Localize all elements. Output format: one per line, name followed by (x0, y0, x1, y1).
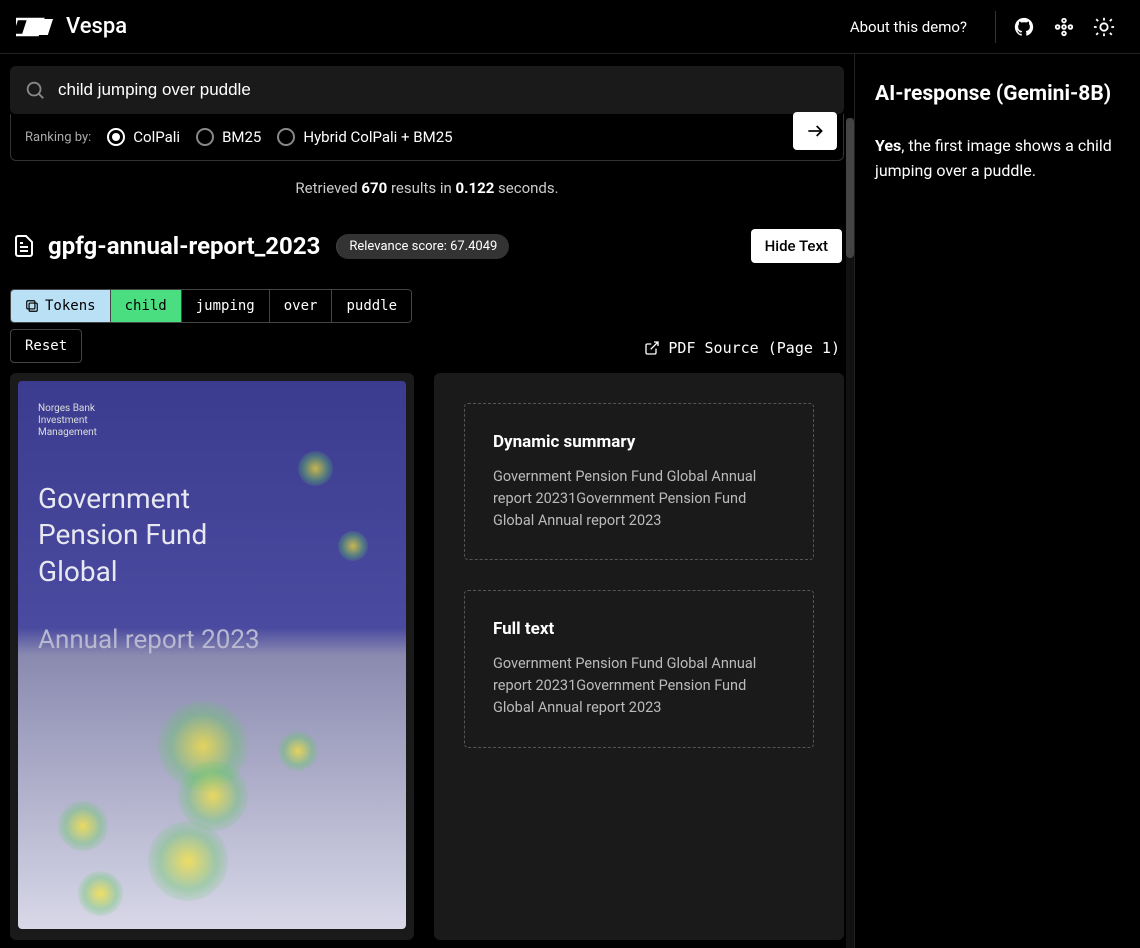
token-over[interactable]: over (270, 290, 333, 322)
dynamic-summary-box: Dynamic summary Government Pension Fund … (464, 403, 814, 560)
radio-colpali[interactable]: ColPali (107, 128, 180, 146)
heatmap-image[interactable]: Norges Bank Investment Management Govern… (18, 381, 406, 929)
token-jumping[interactable]: jumping (182, 290, 270, 322)
arrow-right-icon (805, 121, 825, 141)
relevance-score: Relevance score: 67.4049 (336, 234, 509, 259)
results-info: Retrieved 670 results in 0.122 seconds. (0, 161, 854, 215)
search-icon (24, 79, 46, 101)
divider (995, 11, 996, 43)
submit-button[interactable] (793, 112, 837, 150)
ai-body: Yes, the first image shows a child jumpi… (875, 134, 1120, 184)
scrollbar-thumb[interactable] (846, 118, 854, 258)
vespa-logo-icon (16, 16, 56, 38)
doc-header: gpfg-annual-report_2023 Relevance score:… (0, 215, 854, 277)
heatmap-logo: Norges Bank Investment Management (38, 403, 97, 439)
content-grid: Norges Bank Investment Management Govern… (0, 365, 854, 948)
layers-icon (25, 299, 39, 313)
radio-icon (196, 128, 214, 146)
ranking-row: Ranking by: ColPali BM25 Hybrid ColPali … (10, 114, 844, 161)
search-input[interactable] (58, 80, 830, 100)
summary-title: Dynamic summary (493, 432, 785, 452)
text-card: Dynamic summary Government Pension Fund … (434, 373, 844, 940)
fulltext-body: Government Pension Fund Global Annual re… (493, 653, 785, 718)
doc-title: gpfg-annual-report_2023 (48, 232, 320, 260)
heatmap-title: Government Pension Fund Global (38, 481, 207, 590)
radio-hybrid[interactable]: Hybrid ColPali + BM25 (277, 128, 452, 146)
token-puddle[interactable]: puddle (332, 290, 411, 322)
ai-response-panel: AI-response (Gemini-8B) Yes, the first i… (854, 54, 1140, 948)
image-card: Norges Bank Investment Management Govern… (10, 373, 414, 940)
ranking-label: Ranking by: (25, 130, 91, 145)
slack-icon[interactable] (1044, 7, 1084, 47)
brand-name: Vespa (66, 14, 127, 39)
github-icon[interactable] (1004, 7, 1044, 47)
token-area: Tokens child jumping over puddle (0, 277, 854, 323)
token-child[interactable]: child (111, 290, 182, 322)
pdf-source-link[interactable]: PDF Source (Page 1) (644, 339, 840, 357)
heatmap-subtitle: Annual report 2023 (38, 625, 260, 655)
tokens-label-button[interactable]: Tokens (11, 290, 111, 322)
scrollbar[interactable] (846, 118, 854, 948)
external-link-icon (644, 340, 660, 356)
radio-bm25[interactable]: BM25 (196, 128, 261, 146)
summary-body: Government Pension Fund Global Annual re… (493, 466, 785, 531)
search-box (10, 66, 844, 114)
radio-icon (277, 128, 295, 146)
fulltext-box: Full text Government Pension Fund Global… (464, 590, 814, 747)
search-area: Ranking by: ColPali BM25 Hybrid ColPali … (0, 54, 854, 161)
radio-icon (107, 128, 125, 146)
theme-toggle-icon[interactable] (1084, 7, 1124, 47)
ai-title: AI-response (Gemini-8B) (875, 82, 1120, 106)
topbar: Vespa About this demo? (0, 0, 1140, 54)
brand-logo[interactable]: Vespa (16, 14, 127, 39)
fulltext-title: Full text (493, 619, 785, 639)
document-icon (12, 234, 36, 258)
hide-text-button[interactable]: Hide Text (751, 229, 842, 263)
about-link[interactable]: About this demo? (830, 18, 987, 36)
